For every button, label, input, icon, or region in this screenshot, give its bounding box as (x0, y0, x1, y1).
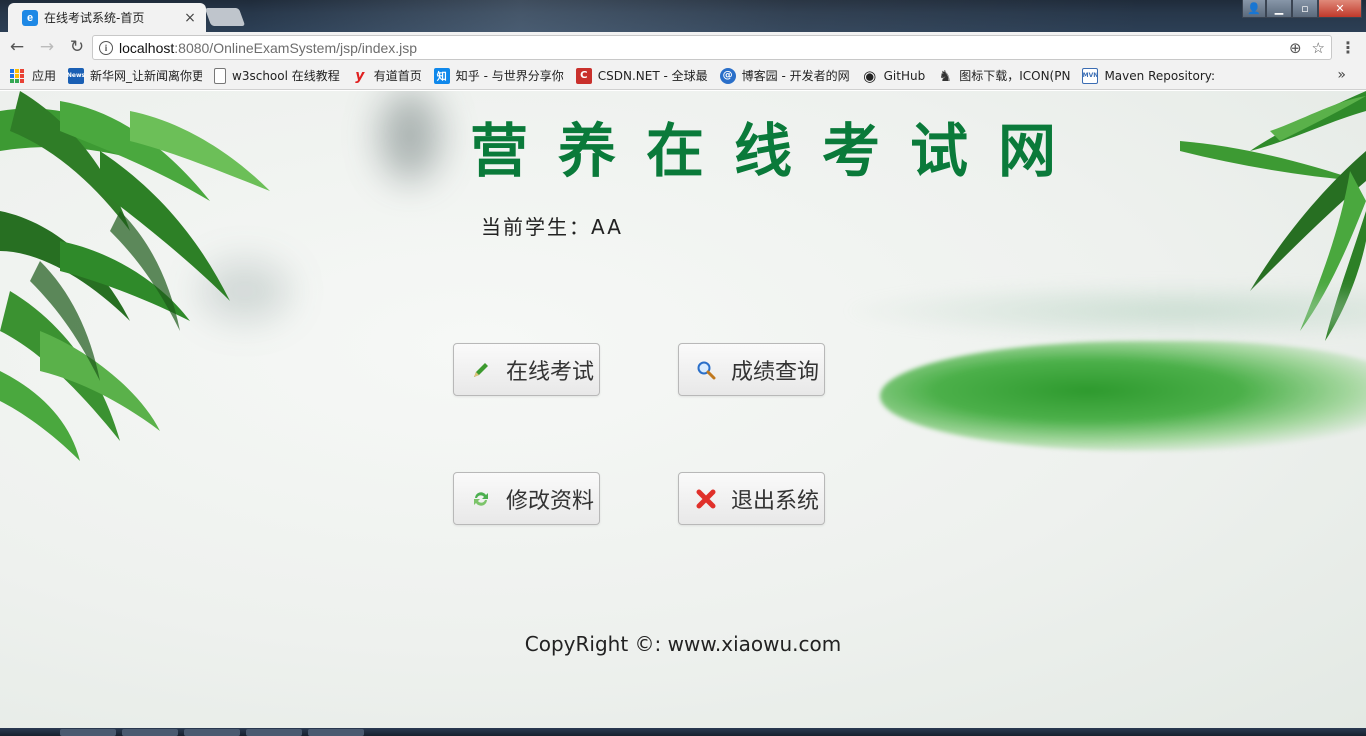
bookmark-csdn[interactable]: C CSDN.NET - 全球最 (575, 67, 708, 84)
button-label: 在线考试 (506, 359, 595, 385)
zoom-icon[interactable]: ⊕ (1289, 39, 1302, 57)
bookmark-label: 有道首页 (373, 69, 422, 83)
bookmark-label: CSDN.NET - 全球最 (597, 69, 708, 83)
footer-copyright: CopyRight ©: www.xiaowu.com (524, 632, 842, 656)
site-info-icon[interactable]: i (99, 40, 113, 55)
window-controls: 👤 ▁ ▫ ✕ (1242, 0, 1362, 18)
github-icon: ◉ (863, 66, 877, 85)
browser-menu-icon[interactable]: ⋮ (1340, 38, 1356, 57)
taskbar-item[interactable] (60, 729, 116, 736)
button-label: 退出系统 (731, 488, 820, 514)
current-student-label: 当前学生：AA (481, 215, 623, 239)
logout-button[interactable]: 退出系统 (678, 472, 825, 525)
close-x-icon (695, 488, 717, 510)
online-exam-button[interactable]: 在线考试 (453, 343, 600, 396)
tab-title: 在线考试系统-首页 (44, 11, 145, 25)
bookmark-youdao[interactable]: y 有道首页 (352, 67, 422, 84)
edit-profile-button[interactable]: 修改资料 (453, 472, 600, 525)
bookmark-label: GitHub (883, 68, 926, 83)
bookmark-label: 图标下载，ICON(PN (959, 69, 1071, 83)
taskbar-item[interactable] (184, 729, 240, 736)
bookmark-xinhua[interactable]: News 新华网_让新闻离你更 (67, 67, 203, 84)
maximize-button[interactable]: ▫ (1292, 0, 1318, 18)
page-body: 营养在线考试网 当前学生：AA 在线考试 成绩查询 修改资料 退出系统 Copy… (0, 91, 1366, 728)
taskbar-item[interactable] (246, 729, 302, 736)
url-path: :8080/OnlineExamSystem/jsp/index.jsp (174, 39, 418, 56)
minimize-button[interactable]: ▁ (1266, 0, 1292, 18)
cnblogs-icon: @ (719, 67, 736, 84)
bookmark-label: Maven Repository: (1104, 68, 1216, 83)
taskbar-item[interactable] (122, 729, 178, 736)
url-text[interactable]: localhost:8080/OnlineExamSystem/jsp/inde… (119, 40, 1279, 56)
bamboo-left-illustration (0, 91, 270, 461)
news-icon: News (67, 67, 85, 84)
bookmark-github[interactable]: ◉ GitHub (862, 66, 926, 85)
bookmark-label: 应用 (32, 69, 57, 83)
address-bar[interactable]: i localhost:8080/OnlineExamSystem/jsp/in… (92, 35, 1332, 60)
button-label: 修改资料 (506, 488, 595, 514)
bookmark-apps[interactable]: 应用 (10, 67, 56, 84)
bookmark-label: 新华网_让新闻离你更 (90, 69, 203, 83)
icon-download-icon: ♞ (938, 66, 952, 85)
browser-toolbar: ← → ↻ i localhost:8080/OnlineExamSystem/… (0, 32, 1366, 62)
pencil-icon (470, 359, 492, 381)
csdn-icon: C (575, 67, 592, 84)
mist-decoration (840, 281, 1366, 341)
refresh-icon (470, 488, 492, 510)
back-button[interactable]: ← (4, 34, 30, 60)
window-titlebar: e 在线考试系统-首页 × 👤 ▁ ▫ ✕ (0, 0, 1366, 32)
zhihu-icon: 知 (433, 67, 450, 84)
bookmark-w3school[interactable]: w3school 在线教程 (214, 67, 340, 84)
youdao-icon: y (355, 67, 365, 84)
bookmark-label: w3school 在线教程 (232, 69, 340, 83)
ink-wash-decoration (380, 91, 440, 181)
magnifier-icon (695, 359, 717, 381)
profile-button[interactable]: 👤 (1242, 0, 1266, 18)
bookmark-cnblogs[interactable]: @ 博客园 - 开发者的网 (719, 67, 850, 84)
bookmarks-bar: 应用 News 新华网_让新闻离你更 w3school 在线教程 y 有道首页 … (0, 62, 1366, 90)
score-query-button[interactable]: 成绩查询 (678, 343, 825, 396)
grass-island-illustration (880, 341, 1366, 451)
bookmark-label: 博客园 - 开发者的网 (741, 69, 850, 83)
more-bookmarks-icon[interactable]: » (1337, 67, 1346, 83)
close-window-button[interactable]: ✕ (1318, 0, 1362, 18)
bookmark-star-icon[interactable]: ☆ (1312, 39, 1325, 57)
url-host: localhost (119, 39, 175, 56)
apps-grid-icon (10, 68, 24, 83)
bookmark-maven[interactable]: MVN Maven Repository: (1082, 67, 1216, 84)
button-label: 成绩查询 (731, 359, 820, 385)
tab-favicon-icon: e (22, 9, 38, 26)
maven-icon: MVN (1082, 67, 1099, 84)
os-taskbar (0, 728, 1366, 736)
bookmark-label: 知乎 - 与世界分享你 (455, 69, 564, 83)
forward-button[interactable]: → (34, 34, 60, 60)
new-tab-button[interactable] (204, 8, 246, 26)
tab-close-icon[interactable]: × (182, 10, 198, 26)
reload-button[interactable]: ↻ (64, 34, 90, 60)
bookmark-iconfont[interactable]: ♞ 图标下载，ICON(PN (937, 66, 1071, 85)
bookmark-zhihu[interactable]: 知 知乎 - 与世界分享你 (433, 67, 564, 84)
page-icon (214, 67, 227, 84)
taskbar-item[interactable] (308, 729, 364, 736)
page-title: 营养在线考试网 (470, 117, 1087, 185)
browser-tab[interactable]: e 在线考试系统-首页 × (8, 3, 206, 32)
